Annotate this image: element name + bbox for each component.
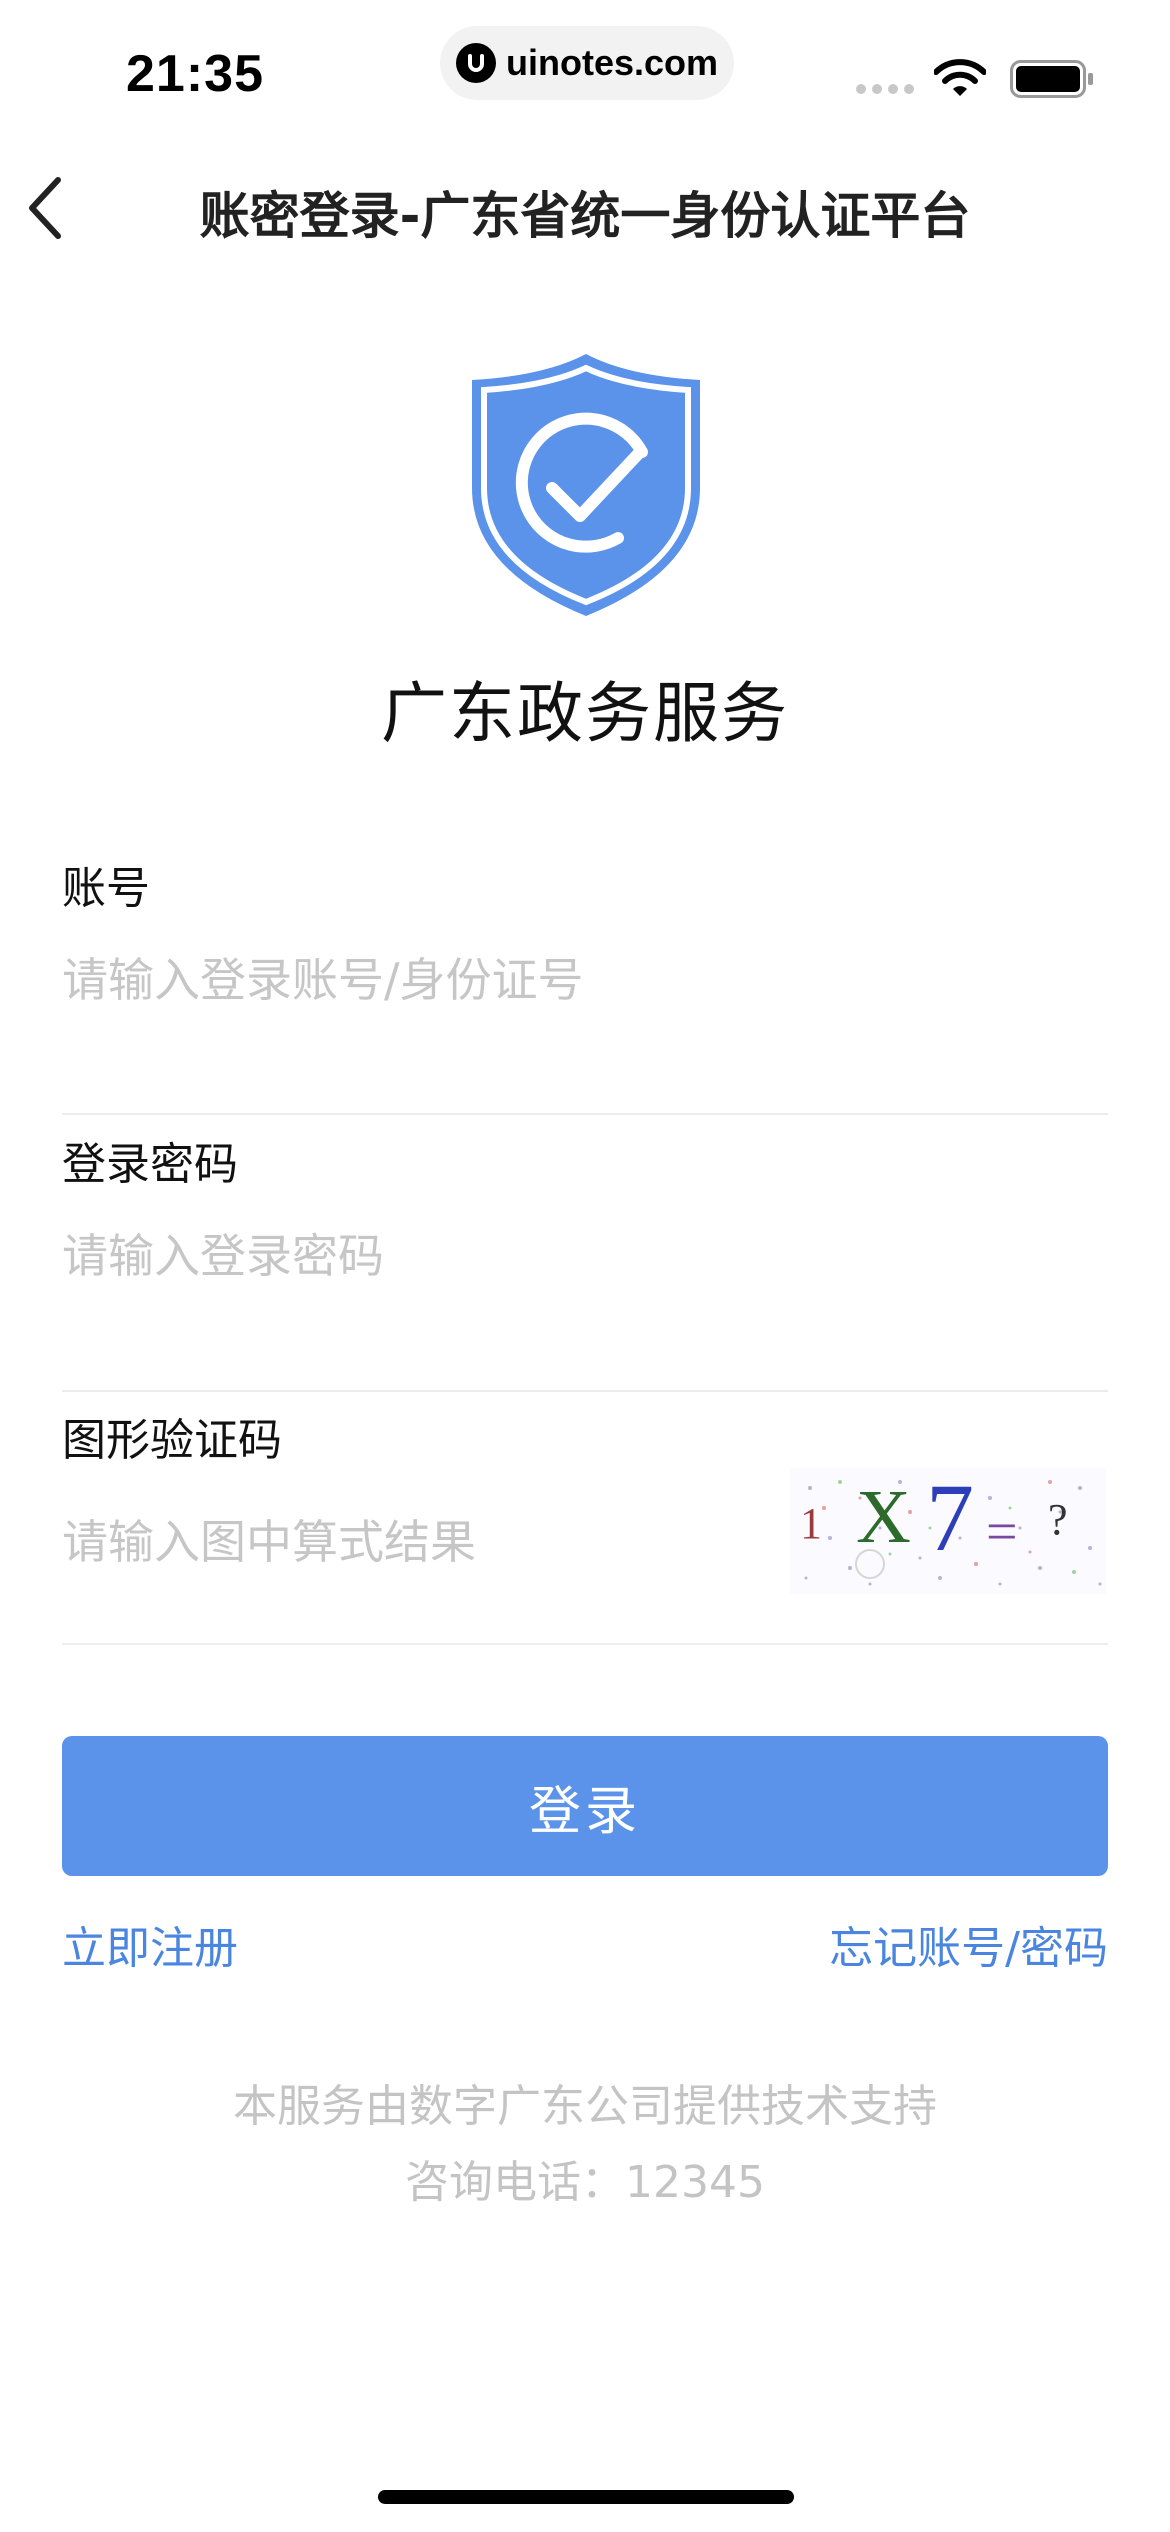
home-indicator <box>378 2490 794 2504</box>
svg-text:1: 1 <box>800 1499 822 1548</box>
shield-check-icon <box>472 354 700 616</box>
login-page: 21:35 uinotes.com 账密登录-广东省统一身份认证平台 广东政务服… <box>0 0 1170 2532</box>
divider <box>62 1390 1108 1392</box>
cellular-signal-icon <box>856 84 914 94</box>
svg-text:X: X <box>856 1475 911 1559</box>
wifi-icon <box>934 59 986 96</box>
divider <box>62 1113 1108 1115</box>
login-button[interactable]: 登录 <box>62 1736 1108 1876</box>
account-label: 账号 <box>62 863 150 914</box>
captcha-label: 图形验证码 <box>62 1415 282 1466</box>
svg-text:=: = <box>986 1501 1018 1563</box>
hotline-text: 咨询电话：12345 <box>405 2157 765 2208</box>
password-label: 登录密码 <box>62 1139 238 1190</box>
status-bar: 21:35 uinotes.com <box>0 0 1170 150</box>
page-title: 账密登录-广东省统一身份认证平台 <box>199 187 971 245</box>
svg-text:?: ? <box>1048 1495 1068 1544</box>
password-input[interactable] <box>62 1224 1062 1288</box>
url-badge: uinotes.com <box>440 26 734 100</box>
account-input[interactable] <box>62 948 1062 1012</box>
captcha-image[interactable]: 1 X 7 = ? <box>790 1468 1106 1594</box>
brand-name: 广东政务服务 <box>381 675 789 752</box>
forgot-password-link[interactable]: 忘记账号/密码 <box>829 1912 1108 1976</box>
captcha-input[interactable] <box>62 1510 762 1574</box>
url-text: uinotes.com <box>506 42 719 83</box>
status-time: 21:35 <box>126 45 264 103</box>
uinotes-logo-icon <box>456 43 496 83</box>
svg-text:7: 7 <box>926 1468 974 1571</box>
divider <box>62 1643 1108 1645</box>
support-text: 本服务由数字广东公司提供技术支持 <box>233 2081 937 2132</box>
battery-icon <box>1010 60 1093 98</box>
register-link[interactable]: 立即注册 <box>62 1912 238 1976</box>
